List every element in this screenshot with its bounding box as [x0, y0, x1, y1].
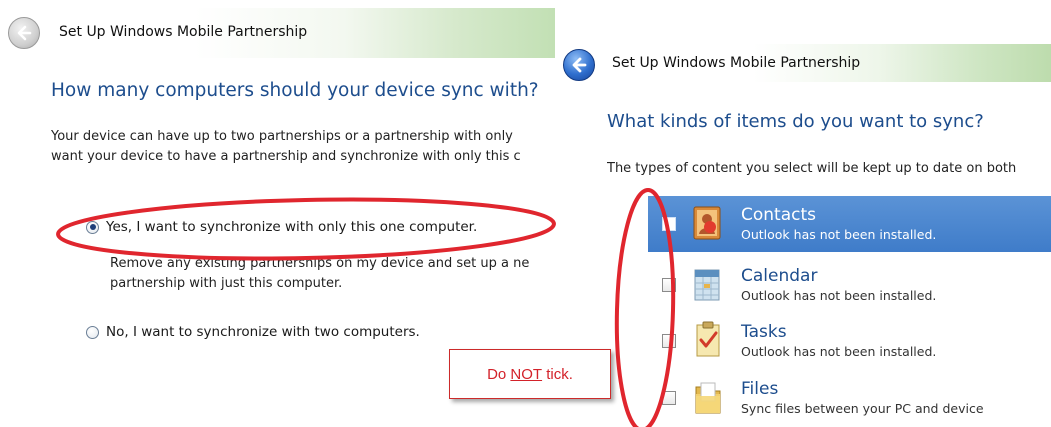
- sync-item-contacts[interactable]: Contacts Outlook has not been installed.: [648, 196, 1051, 252]
- contacts-checkbox[interactable]: [662, 217, 676, 231]
- right-wizard-heading: What kinds of items do you want to sync?: [607, 111, 984, 132]
- item-description: Sync files between your PC and device: [741, 401, 984, 416]
- calendar-checkbox[interactable]: [662, 278, 676, 292]
- calendar-icon: [692, 264, 724, 304]
- description-line: partnership with just this computer.: [110, 276, 343, 291]
- note-text-after: tick.: [542, 365, 573, 383]
- item-description: Outlook has not been installed.: [741, 227, 937, 242]
- item-title: Calendar: [741, 266, 818, 286]
- back-arrow-icon[interactable]: [563, 49, 595, 81]
- tasks-icon: [692, 320, 724, 360]
- radio-option-label: No, I want to synchronize with two compu…: [106, 324, 420, 340]
- note-text-before: Do: [487, 365, 511, 383]
- sync-item-files[interactable]: Files Sync files between your PC and dev…: [648, 370, 1051, 426]
- left-wizard-body: Your device can have up to two partnersh…: [51, 127, 555, 167]
- do-not-tick-note: Do NOT tick.: [449, 349, 611, 399]
- files-checkbox[interactable]: [662, 391, 676, 405]
- radio-button-unselected[interactable]: [86, 325, 99, 339]
- item-title: Contacts: [741, 205, 816, 225]
- item-title: Files: [741, 379, 779, 399]
- sync-item-tasks[interactable]: Tasks Outlook has not been installed.: [648, 313, 1051, 369]
- radio-option-label: Yes, I want to synchronize with only thi…: [106, 219, 478, 235]
- left-wizard-heading: How many computers should your device sy…: [51, 80, 539, 101]
- contacts-icon: [692, 203, 724, 243]
- radio-option-two-computers[interactable]: No, I want to synchronize with two compu…: [86, 324, 420, 340]
- right-wizard-title: Set Up Windows Mobile Partnership: [612, 55, 861, 71]
- sync-item-calendar[interactable]: Calendar Outlook has not been installed.: [648, 257, 1051, 313]
- right-wizard-window: Set Up Windows Mobile Partnership What k…: [555, 32, 1051, 427]
- radio-option-description: Remove any existing partnerships on my d…: [110, 254, 555, 294]
- back-arrow-icon-disabled[interactable]: [8, 17, 40, 49]
- description-line: Remove any existing partnerships on my d…: [110, 256, 530, 271]
- tasks-checkbox[interactable]: [662, 334, 676, 348]
- radio-button-selected[interactable]: [86, 220, 99, 234]
- item-description: Outlook has not been installed.: [741, 344, 937, 359]
- body-line: Your device can have up to two partnersh…: [51, 129, 513, 144]
- item-description: Outlook has not been installed.: [741, 288, 937, 303]
- folder-icon: [692, 377, 724, 417]
- radio-option-one-computer[interactable]: Yes, I want to synchronize with only thi…: [86, 219, 477, 235]
- left-wizard-title: Set Up Windows Mobile Partnership: [59, 24, 308, 40]
- right-wizard-body: The types of content you select will be …: [607, 161, 1017, 176]
- body-line: want your device to have a partnership a…: [51, 149, 521, 164]
- note-text-emphasis: NOT: [510, 365, 543, 383]
- item-title: Tasks: [741, 322, 787, 342]
